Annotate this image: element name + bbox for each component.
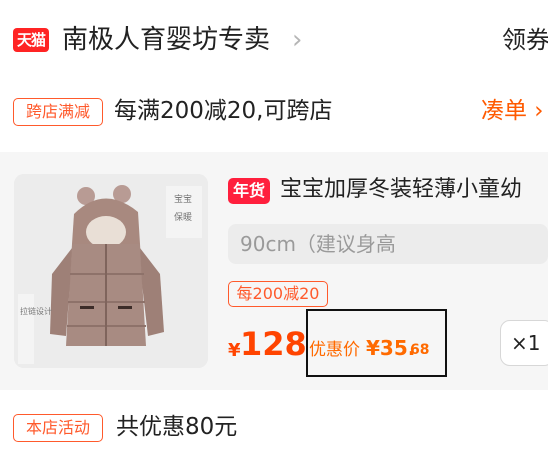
- chevron-right-icon: ›: [527, 98, 544, 124]
- product-price: 128: [240, 325, 307, 363]
- cross-store-discount-tag: 跨店满减: [13, 98, 103, 126]
- image-label-baobao: 宝宝: [174, 193, 192, 205]
- price-currency: ¥: [228, 340, 241, 361]
- promo-price-decimal: 68: [410, 342, 430, 358]
- promotion-text: 每满200减20,可跨店: [114, 98, 333, 124]
- store-name-link[interactable]: 南极人育婴坊专卖: [62, 22, 270, 58]
- promo-price-label: 优惠价: [309, 340, 360, 360]
- jacket-illustration: 宝宝 保暖 拉链设计: [14, 174, 208, 368]
- store-activity-text: 共优惠80元: [116, 414, 238, 440]
- new-year-goods-badge: 年货: [228, 178, 270, 204]
- store-activity-row: 本店活动 共优惠80元: [0, 408, 548, 448]
- chevron-right-icon[interactable]: ›: [292, 24, 302, 56]
- sku-selector[interactable]: 90cm（建议身高: [228, 224, 548, 264]
- image-label-zipper: 拉链设计: [20, 306, 52, 316]
- quantity-stepper[interactable]: ×1: [500, 320, 548, 366]
- promo-price-value: ¥35.: [366, 334, 415, 362]
- promotion-row: 跨店满减 每满200减20,可跨店 凑单 ›: [0, 90, 548, 134]
- promo-price-currency: ¥: [366, 336, 380, 360]
- product-image[interactable]: 宝宝 保暖 拉链设计: [14, 174, 208, 368]
- add-items-link[interactable]: 凑单 ›: [481, 94, 544, 128]
- image-label-warm: 保暖: [174, 211, 192, 223]
- coupon-link[interactable]: 领券: [502, 22, 548, 58]
- discount-tag: 每200减20: [228, 281, 328, 307]
- store-header: 天猫 南极人育婴坊专卖 › 领券: [0, 0, 548, 80]
- add-items-label: 凑单: [481, 98, 527, 124]
- store-activity-tag: 本店活动: [13, 414, 103, 442]
- product-title[interactable]: 宝宝加厚冬装轻薄小童幼: [280, 172, 548, 208]
- tmall-badge: 天猫: [13, 28, 49, 52]
